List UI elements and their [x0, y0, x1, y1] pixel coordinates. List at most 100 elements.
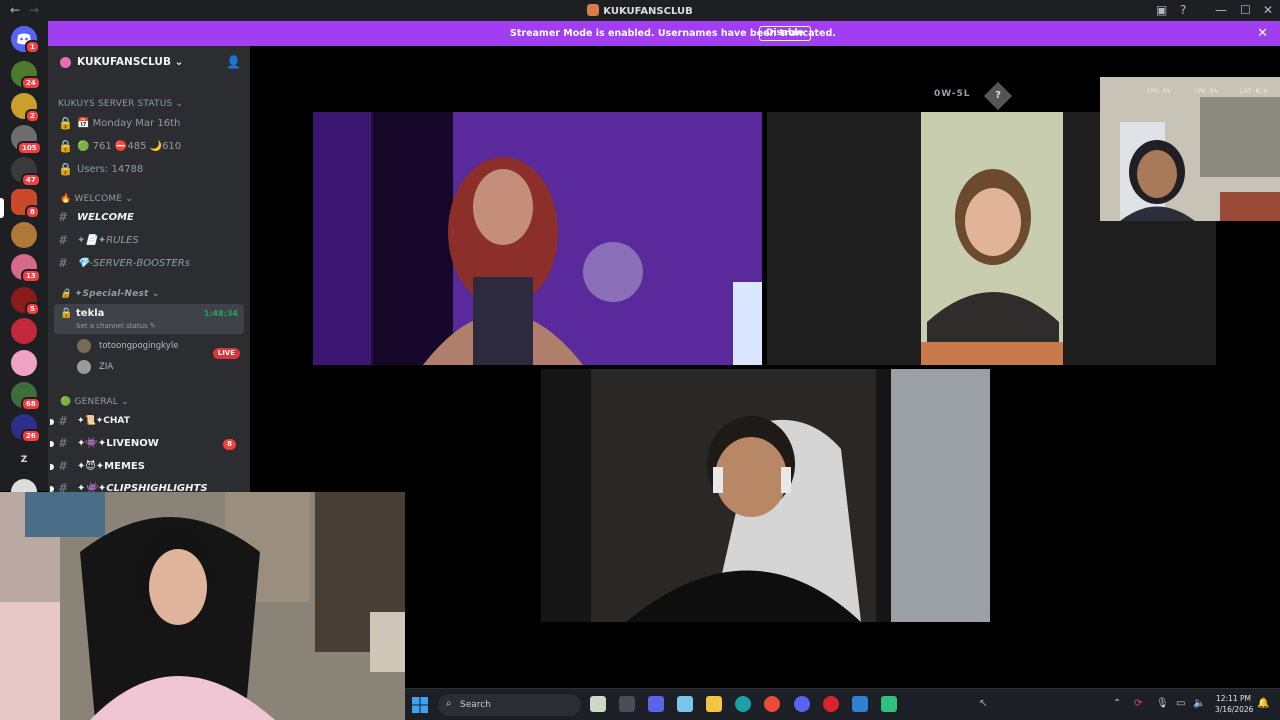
channel-label: 💎-SERVER-BOOSTERs: [77, 258, 190, 269]
unread-indicator: [50, 441, 54, 447]
copilot-icon[interactable]: [677, 696, 693, 712]
channel-clips-highlights[interactable]: # ✦👾✦CLIPSHIGHLIGHTS: [50, 479, 244, 492]
live-badge: LIVE: [212, 348, 240, 359]
system-clock[interactable]: 12:11 PM 3/16/2026: [1215, 693, 1254, 715]
unread-indicator: [50, 419, 54, 425]
server-icon[interactable]: [11, 222, 37, 248]
tray-app-icon[interactable]: ⟳: [1134, 698, 1142, 709]
channel-server-boosters[interactable]: # 💎-SERVER-BOOSTERs: [56, 254, 244, 274]
server-boost-icon: [60, 57, 71, 68]
webcam-feed-image: [1100, 77, 1280, 221]
cpu-readout: CPU 9%: [1194, 87, 1218, 95]
server-icon[interactable]: [11, 318, 37, 344]
unread-badge: 68: [21, 397, 41, 411]
voice-channel-tekla[interactable]: 🔒 tekla Set a channel status ✎ 1:48:34: [54, 304, 244, 334]
app-window-icon[interactable]: [852, 696, 868, 712]
server-header[interactable]: KUKUFANSCLUB ⌄ 👤: [48, 46, 250, 78]
unread-badge: 26: [21, 429, 41, 443]
hashtag-icon: #: [58, 256, 69, 270]
windows-start-icon[interactable]: [412, 697, 428, 713]
voice-channel-name: tekla: [76, 308, 105, 319]
category-general[interactable]: 🟢 GENERAL ⌄: [60, 397, 129, 407]
channel-date[interactable]: 🔒 📅 Monday Mar 16th: [56, 114, 244, 134]
server-icon: [587, 4, 600, 16]
streamer-webcam: [1100, 77, 1280, 221]
chat-app-icon[interactable]: [648, 696, 664, 712]
win-loss-record: 0W-5L: [934, 89, 971, 99]
channel-online-counts[interactable]: 🔒 🟢 761 ⛔485 🌙610: [56, 137, 244, 157]
clock-date: 3/16/2026: [1215, 705, 1254, 714]
channel-chat[interactable]: # ✦📜✦CHAT: [50, 412, 244, 432]
network-icon[interactable]: ▭: [1176, 698, 1185, 709]
title-bar: ← → KUKUFANSCLUB ▣ ? — ☐ ✕: [0, 0, 1280, 21]
inbox-icon[interactable]: ▣: [1156, 3, 1167, 17]
avatar: [77, 339, 91, 353]
taskbar-search-box[interactable]: ⌕ Search: [438, 694, 581, 716]
invite-people-icon[interactable]: 👤: [226, 55, 241, 69]
search-placeholder: Search: [460, 700, 491, 710]
channel-rules[interactable]: # ✦📄✦RULES: [56, 231, 244, 251]
category-server-status[interactable]: KUKUYS SERVER STATUS ⌄: [58, 99, 183, 109]
hashtag-icon: #: [58, 210, 69, 224]
hashtag-icon: #: [58, 481, 69, 492]
maximize-icon[interactable]: ☐: [1240, 3, 1251, 17]
server-rail: 1 24 2 105 47 8 13 5 68 26 Z: [0, 21, 48, 505]
streamer-webcam: [0, 492, 405, 720]
edge-browser-icon[interactable]: [735, 696, 751, 712]
webcam-feed-image: [313, 112, 762, 365]
channel-users[interactable]: 🔒 Users: 14788: [56, 160, 244, 180]
discord-app-icon[interactable]: [794, 696, 810, 712]
channel-label: ✦📜✦CHAT: [77, 416, 130, 426]
server-name: KUKUFANSCLUB ⌄: [77, 56, 184, 68]
search-icon: ⌕: [446, 698, 452, 709]
notifications-bell-icon[interactable]: 🔔: [1257, 698, 1269, 709]
chrome-browser-icon[interactable]: [764, 696, 780, 712]
windows-taskbar: ⌕ Search ↖ ⌃ ⟳ 🎙 ▭ 🔈 12:11 PM 3/16/2026 …: [405, 688, 1280, 720]
streaming-app-icon[interactable]: [881, 696, 897, 712]
disable-streamer-mode-button[interactable]: Disable: [759, 26, 811, 41]
voice-timer: 1:48:34: [203, 309, 238, 318]
server-icon[interactable]: [11, 350, 37, 376]
unread-badge: 1: [25, 40, 40, 54]
set-channel-status[interactable]: Set a channel status ✎: [76, 322, 156, 330]
unread-badge: 47: [21, 173, 41, 187]
video-tile[interactable]: [313, 112, 762, 365]
channel-livenow[interactable]: # ✦👾✦LIVENOW 8: [50, 434, 244, 454]
webcam-feed-image: [0, 492, 405, 720]
channel-welcome[interactable]: # WELCOME: [56, 208, 244, 228]
close-banner-icon[interactable]: ✕: [1257, 26, 1268, 41]
channel-label: 🟢 761 ⛔485 🌙610: [77, 141, 182, 152]
video-tile[interactable]: [541, 369, 990, 622]
file-icon[interactable]: [619, 696, 635, 712]
latency-readout: LAT N/A: [1240, 87, 1268, 95]
category-welcome[interactable]: 🔥 WELCOME ⌄: [60, 194, 133, 204]
unread-badge: 2: [25, 109, 40, 123]
unread-indicator: [50, 464, 54, 470]
close-window-icon[interactable]: ✕: [1263, 3, 1273, 17]
lock-icon: 🔒: [58, 116, 73, 130]
unread-badge: 5: [25, 302, 40, 316]
avatar: [77, 360, 91, 374]
file-explorer-icon[interactable]: [706, 696, 722, 712]
volume-icon[interactable]: 🔈: [1193, 698, 1205, 709]
task-view-icon[interactable]: [590, 696, 606, 712]
microphone-icon[interactable]: 🎙: [1156, 698, 1169, 709]
member-name: totoongpogingkyle: [99, 341, 179, 351]
recording-app-icon[interactable]: [823, 696, 839, 712]
hashtag-icon: #: [58, 414, 69, 428]
channel-label: ✦👾✦LIVENOW: [77, 438, 159, 449]
unread-badge: 24: [21, 76, 41, 90]
unread-badge: 13: [21, 269, 41, 283]
channel-sidebar: KUKUFANSCLUB ⌄ 👤 KUKUYS SERVER STATUS ⌄ …: [48, 46, 250, 492]
channel-memes[interactable]: # ✦😈✦MEMES: [50, 457, 244, 477]
rank-unknown-icon: ?: [983, 81, 1013, 111]
category-special-nest[interactable]: 🔒 ✦Special-Nest ⌄: [60, 289, 160, 299]
active-server-indicator: [0, 198, 4, 218]
channel-label: ✦😈✦MEMES: [77, 461, 145, 472]
minimize-icon[interactable]: —: [1215, 3, 1227, 17]
channel-label: 📅 Monday Mar 16th: [77, 118, 181, 129]
server-icon-letter[interactable]: Z: [11, 447, 37, 473]
help-icon[interactable]: ?: [1180, 3, 1186, 17]
cpu-readout: CPU 9%: [1147, 87, 1171, 95]
tray-overflow-icon[interactable]: ⌃: [1113, 698, 1121, 709]
